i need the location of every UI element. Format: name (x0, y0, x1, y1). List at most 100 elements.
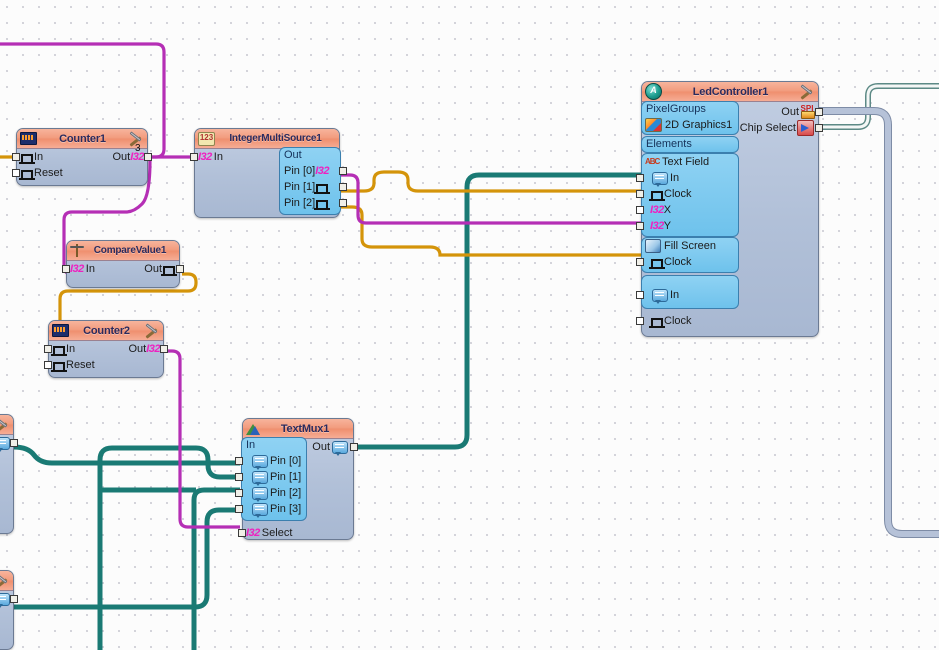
port-label: In (670, 289, 680, 301)
output-port[interactable] (815, 124, 823, 132)
port-row[interactable]: I32 In Out (62, 261, 184, 277)
subpanel-header: Elements (646, 138, 692, 150)
input-port[interactable] (636, 206, 644, 214)
port-row[interactable]: I32 Y (636, 218, 738, 234)
output-port[interactable] (10, 439, 18, 447)
pin-port[interactable] (235, 505, 243, 513)
block-header-offscreen-1[interactable] (0, 415, 13, 435)
pin-port[interactable] (235, 489, 243, 497)
input-port[interactable] (636, 222, 644, 230)
wrench-icon[interactable] (144, 324, 160, 338)
pin-port[interactable] (339, 199, 347, 207)
text-icon (252, 470, 268, 486)
block-body-offscreen-1 (0, 435, 18, 452)
pin-port[interactable] (339, 183, 347, 191)
port-row-bottom-clock[interactable]: Clock (636, 313, 692, 329)
pin-row[interactable]: Pin [1] (235, 469, 306, 486)
output-port[interactable] (176, 265, 184, 273)
select-row[interactable]: I32 Select (238, 525, 292, 541)
output-label: Out (128, 343, 147, 355)
output-label: Out (312, 441, 330, 453)
output-port[interactable] (160, 345, 168, 353)
block-header-integermultisource1[interactable]: 123 IntegerMultiSource1 (195, 129, 339, 149)
block-header-offscreen-2[interactable] (0, 571, 13, 591)
port-row[interactable]: In Out I32 (44, 341, 168, 357)
block-body-offscreen-2 (0, 591, 18, 608)
element-text-field: ABC Text Field In Clock I32 X I32 Y (636, 153, 739, 237)
pin-row[interactable]: Pin [0] I32 (280, 163, 347, 179)
input-port[interactable] (44, 345, 52, 353)
input-port[interactable] (636, 174, 644, 182)
block-textmux1[interactable]: TextMux1 Out In Pin [0] Pin [1] Pin [2] … (235, 418, 358, 541)
block-ledcontroller1[interactable]: A LedController1 Out SPI Chip Select Pix… (636, 81, 823, 337)
block-integermultisource1[interactable]: 123 IntegerMultiSource1 I32 In Out Pin [… (190, 128, 347, 218)
pulse-icon (649, 316, 665, 328)
block-body-counter1: In Out I32 Reset (12, 149, 152, 181)
wrench-icon[interactable] (0, 574, 10, 588)
group-entry-row[interactable]: 2D Graphics1 (642, 117, 738, 133)
input-port[interactable] (636, 258, 644, 266)
block-header-counter2[interactable]: Counter2 (49, 321, 163, 341)
element-unnamed: In (636, 275, 739, 309)
pulse-icon (51, 344, 67, 356)
block-counter1[interactable]: Counter1 In Out I32 Reset (12, 128, 152, 186)
pin-port[interactable] (235, 473, 243, 481)
output-port[interactable] (10, 595, 18, 603)
input-port[interactable] (636, 190, 644, 198)
block-header-comparevalue1[interactable]: CompareValue1 (67, 241, 179, 261)
port-row[interactable]: I32 X (636, 202, 738, 218)
port-row[interactable]: Reset (12, 165, 147, 181)
wire-bus-group (819, 83, 939, 538)
wrench-icon[interactable] (799, 85, 815, 99)
input-port[interactable] (636, 317, 644, 325)
port-row[interactable]: Reset (44, 357, 163, 373)
input-port[interactable] (636, 291, 644, 299)
pulse-icon (19, 152, 35, 164)
pin-row[interactable]: Pin [3] (235, 501, 306, 518)
port-row[interactable]: In (636, 170, 738, 187)
pin-label: Pin [1] (284, 181, 316, 193)
pin-row[interactable]: Pin [1] (280, 179, 347, 195)
pin-row[interactable]: Pin [2] (280, 195, 347, 211)
input-port[interactable] (12, 169, 20, 177)
spi-icon: SPI (799, 105, 815, 119)
port-row[interactable]: Clock (636, 254, 738, 270)
wrench-icon[interactable] (0, 418, 10, 432)
block-comparevalue1[interactable]: CompareValue1 I32 In Out (62, 240, 184, 288)
port-row[interactable]: In (636, 287, 738, 304)
output-port[interactable] (350, 443, 358, 451)
type-i32: I32 (70, 263, 84, 275)
output-port[interactable] (815, 108, 823, 116)
schematic-canvas[interactable]: Counter1 In Out I32 Reset 3 123 IntegerM… (0, 0, 939, 650)
pin-port[interactable] (339, 167, 347, 175)
pulse-icon (649, 257, 665, 269)
input-port[interactable] (44, 361, 52, 369)
output-row[interactable] (0, 591, 18, 608)
input-port[interactable] (62, 265, 70, 273)
text-icon (0, 592, 10, 608)
select-port[interactable] (238, 529, 246, 537)
output-row[interactable] (0, 435, 18, 452)
compare-scale-icon (70, 244, 84, 257)
block-header-counter1[interactable]: Counter1 (17, 129, 147, 149)
block-header-ledcontroller1[interactable]: A LedController1 (642, 82, 818, 102)
block-offscreen-1[interactable] (0, 414, 18, 534)
input-port[interactable] (190, 153, 198, 161)
output-port[interactable] (144, 153, 152, 161)
output-row-spi[interactable]: Out SPI (781, 104, 823, 120)
pin-port[interactable] (235, 457, 243, 465)
pin-row[interactable]: Pin [2] (235, 485, 306, 502)
output-row-chipselect[interactable]: Chip Select (740, 120, 823, 136)
block-offscreen-2[interactable] (0, 570, 18, 650)
port-label: Reset (34, 167, 63, 179)
port-row[interactable]: In Out I32 (12, 149, 152, 165)
output-label: Out (781, 106, 799, 118)
pin-row[interactable]: Pin [0] (235, 453, 306, 470)
block-counter2[interactable]: Counter2 In Out I32 Reset (44, 320, 168, 378)
block-header-textmux1[interactable]: TextMux1 (243, 419, 353, 439)
port-label: In (34, 151, 44, 163)
port-label: In (66, 343, 76, 355)
subpanel-elements: Elements (641, 136, 739, 153)
input-port[interactable] (12, 153, 20, 161)
port-row[interactable]: Clock (636, 186, 738, 202)
